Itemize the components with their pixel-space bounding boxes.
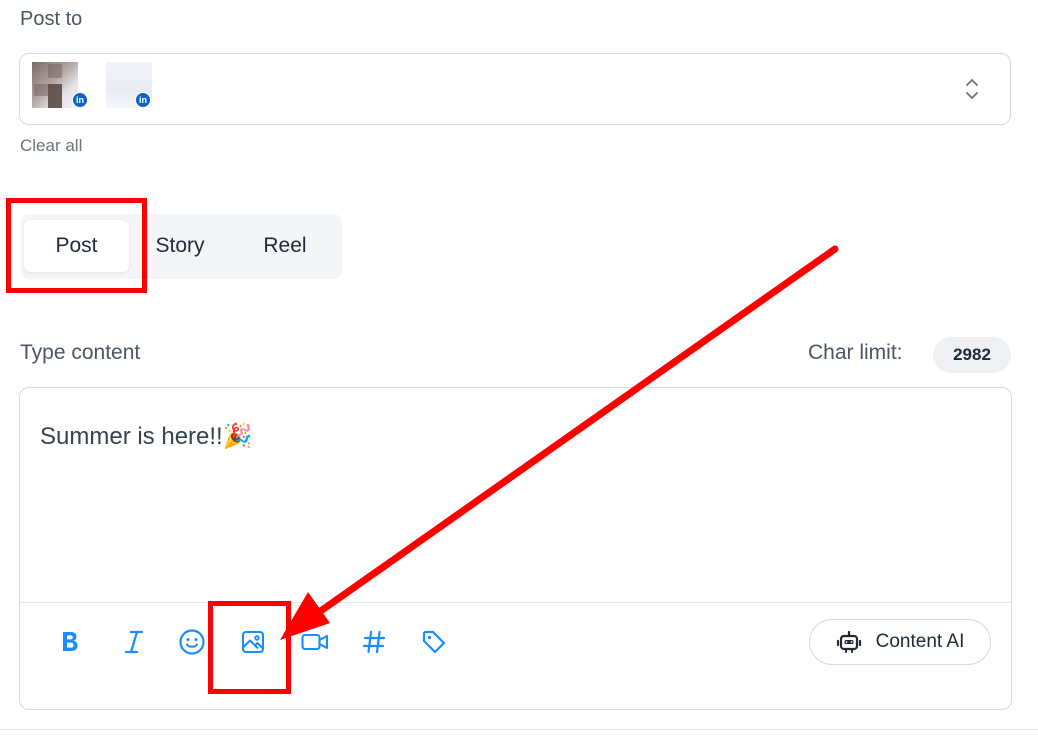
tab-post[interactable]: Post bbox=[24, 220, 129, 272]
content-text-value: Summer is here!! bbox=[40, 423, 223, 450]
char-limit-label: Char limit: bbox=[808, 341, 903, 364]
clear-all-link[interactable]: Clear all bbox=[20, 136, 82, 156]
bold-icon[interactable] bbox=[53, 625, 87, 659]
italic-icon[interactable] bbox=[117, 625, 151, 659]
emoji-icon[interactable] bbox=[175, 625, 209, 659]
tag-icon[interactable] bbox=[417, 625, 451, 659]
post-to-label: Post to bbox=[20, 8, 83, 30]
tab-reel[interactable]: Reel bbox=[249, 220, 321, 272]
content-ai-label: Content AI bbox=[875, 631, 965, 652]
page-divider bbox=[0, 729, 1038, 730]
char-limit-badge: 2982 bbox=[933, 337, 1011, 373]
content-ai-button[interactable]: Content AI bbox=[809, 619, 991, 665]
robot-icon bbox=[836, 630, 861, 653]
party-popper-emoji: 🎉 bbox=[222, 423, 253, 450]
hashtag-icon[interactable] bbox=[357, 625, 391, 659]
content-text[interactable]: Summer is here!!🎉 bbox=[40, 422, 253, 451]
linkedin-icon: in bbox=[72, 92, 88, 108]
toolbar-divider bbox=[20, 602, 1011, 603]
account-avatar[interactable]: in bbox=[106, 62, 152, 108]
type-content-label: Type content bbox=[20, 341, 141, 364]
account-selector[interactable]: in in bbox=[19, 53, 1011, 125]
tab-story[interactable]: Story bbox=[138, 220, 222, 272]
image-icon[interactable] bbox=[236, 625, 270, 659]
post-type-tabs: Post Story Reel bbox=[21, 214, 342, 279]
video-icon[interactable] bbox=[298, 625, 332, 659]
linkedin-icon: in bbox=[135, 92, 151, 108]
account-avatar[interactable]: in bbox=[32, 62, 88, 108]
content-editor[interactable]: Summer is here!!🎉 Content AI bbox=[19, 387, 1012, 710]
chevron-up-down-icon[interactable] bbox=[964, 76, 980, 102]
